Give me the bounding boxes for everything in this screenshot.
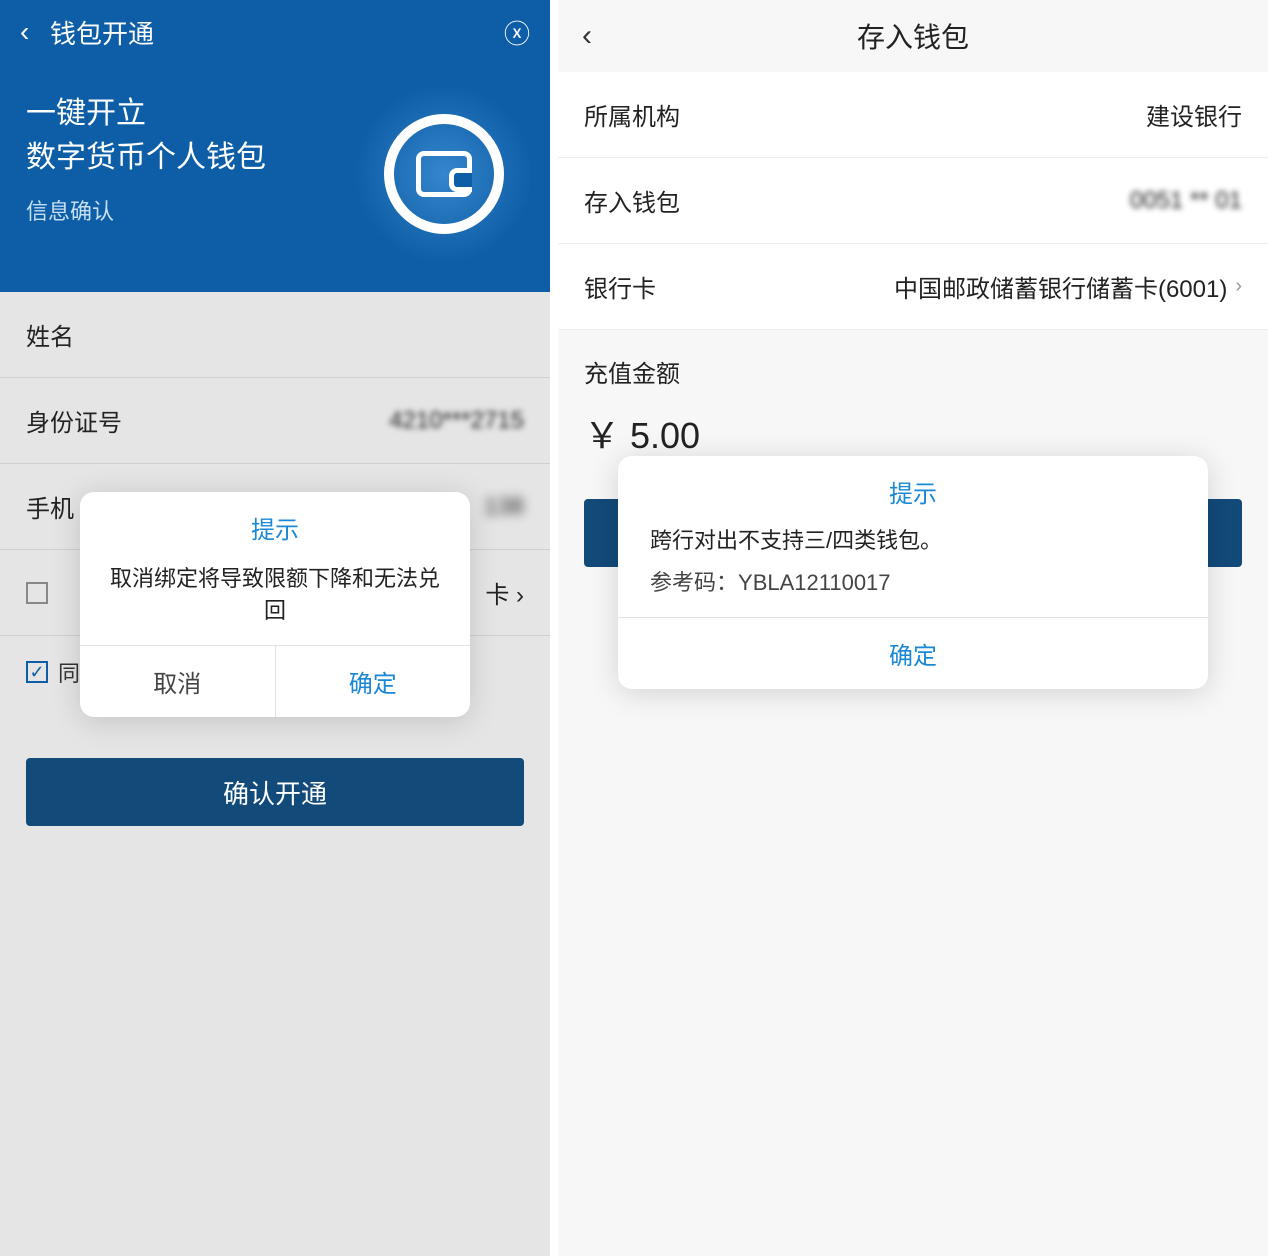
id-value: 4210***2715 (389, 407, 524, 435)
wallet-label: 存入钱包 (584, 183, 724, 218)
back-icon[interactable]: ‹ (582, 19, 622, 53)
header: ‹ 存入钱包 (558, 0, 1268, 72)
card-label: 银行卡 (584, 269, 724, 304)
page-title: 存入钱包 (622, 16, 1244, 56)
hero: 一键开立 数字货币个人钱包 信息确认 (0, 64, 550, 292)
wallet-value: 0051 ** 01 (724, 187, 1242, 215)
dialog-ok-button[interactable]: 确定 (618, 617, 1208, 689)
checkbox-icon[interactable] (26, 582, 48, 604)
phone-value: 138 (484, 493, 524, 521)
dialog-title: 提示 (80, 492, 470, 555)
dialog-ok-button[interactable]: 确定 (276, 646, 471, 717)
screen-wallet-open: ‹ 钱包开通 ⓧ 一键开立 数字货币个人钱包 信息确认 姓名 身份证号 4210… (0, 0, 550, 1256)
chevron-right-icon: › (1235, 275, 1242, 298)
row-name[interactable]: 姓名 (0, 292, 550, 378)
wallet-icon (374, 104, 514, 244)
org-label: 所属机构 (584, 97, 724, 132)
close-icon[interactable]: ⓧ (500, 14, 530, 51)
name-label: 姓名 (26, 317, 524, 352)
body: 所属机构 建设银行 存入钱包 0051 ** 01 银行卡 中国邮政储蓄银行储蓄… (558, 72, 1268, 1256)
alert-dialog: 提示 取消绑定将导致限额下降和无法兑回 取消 确定 (80, 492, 470, 717)
page-title: 钱包开通 (50, 14, 500, 51)
confirm-open-button[interactable]: 确认开通 (26, 758, 524, 826)
dialog-message: 跨行对出不支持三/四类钱包。 (618, 521, 1208, 565)
alert-dialog: 提示 跨行对出不支持三/四类钱包。 参考码：YBLA12110017 确定 (618, 456, 1208, 689)
org-value: 建设银行 (724, 97, 1242, 132)
dialog-title: 提示 (618, 456, 1208, 521)
row-id[interactable]: 身份证号 4210***2715 (0, 378, 550, 464)
dialog-ref-code: 参考码：YBLA12110017 (618, 565, 1208, 617)
dialog-message: 取消绑定将导致限额下降和无法兑回 (80, 555, 470, 645)
form-body: 姓名 身份证号 4210***2715 手机 138 卡 › ✓ 同意 《开通数… (0, 292, 550, 1256)
id-label: 身份证号 (26, 403, 389, 438)
row-bankcard[interactable]: 银行卡 中国邮政储蓄银行储蓄卡(6001) › (558, 244, 1268, 330)
dialog-cancel-button[interactable]: 取消 (80, 646, 276, 717)
row-org: 所属机构 建设银行 (558, 72, 1268, 158)
header: ‹ 钱包开通 ⓧ (0, 0, 550, 64)
back-icon[interactable]: ‹ (20, 16, 50, 48)
screen-deposit: ‹ 存入钱包 所属机构 建设银行 存入钱包 0051 ** 01 银行卡 中国邮… (558, 0, 1268, 1256)
agree-checkbox[interactable]: ✓ (26, 661, 48, 683)
card-value: 中国邮政储蓄银行储蓄卡(6001) (724, 269, 1227, 304)
amount-label: 充值金额 (558, 330, 1268, 397)
row-wallet[interactable]: 存入钱包 0051 ** 01 (558, 158, 1268, 244)
